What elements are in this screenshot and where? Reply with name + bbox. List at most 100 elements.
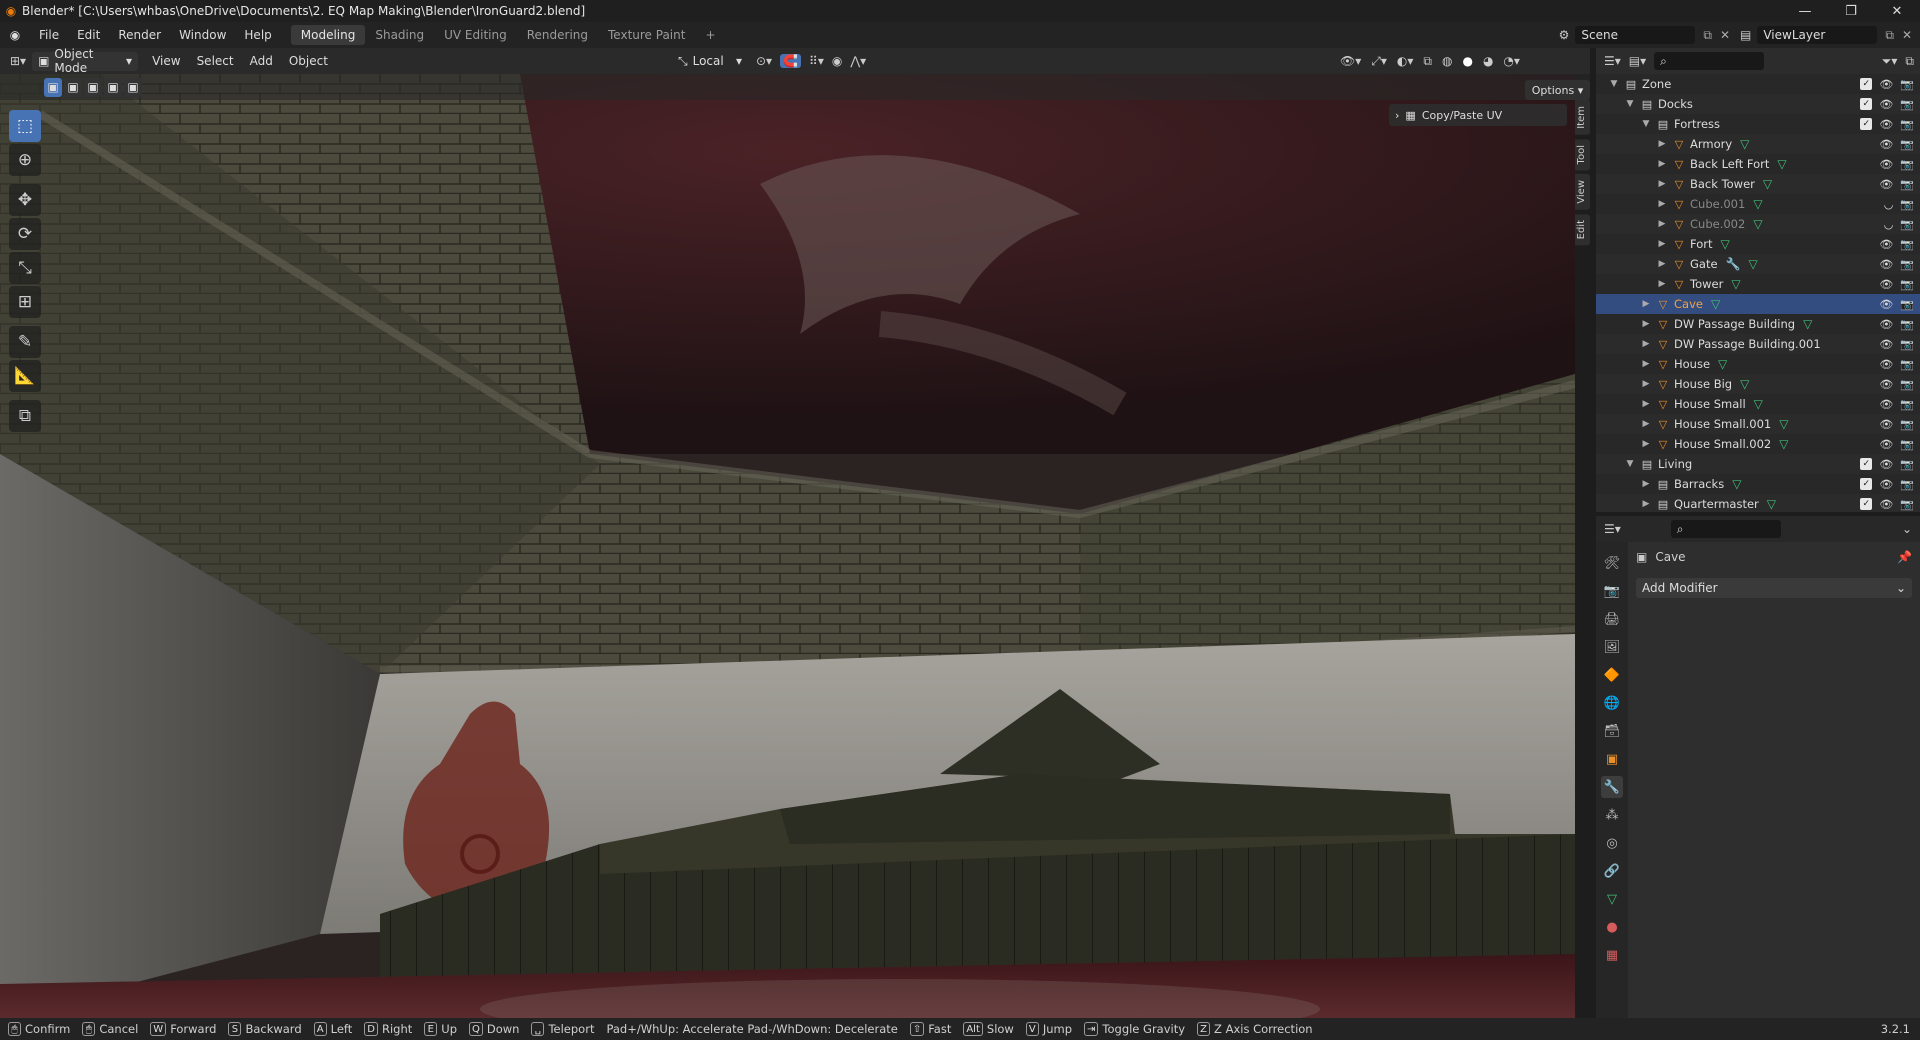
render-icon[interactable]: 📷 [1900, 158, 1914, 171]
delete-view-layer-icon[interactable]: ✕ [1902, 28, 1912, 42]
outliner-row[interactable]: ▶ ▽ DW Passage Building ▽ 👁 📷 [1596, 314, 1920, 334]
outliner-row[interactable]: ▶ ▽ Cube.002 ▽ ◡ 📷 [1596, 214, 1920, 234]
select-subtract-icon[interactable]: ▣ [84, 77, 102, 97]
transform-orientation[interactable]: ⤡ Local ▾ [672, 51, 748, 71]
select-new-icon[interactable]: ▣ [44, 77, 62, 97]
render-icon[interactable]: 📷 [1900, 98, 1914, 111]
expand-down-icon[interactable]: ▼ [1624, 99, 1636, 109]
snap-target-icon[interactable]: ⠿▾ [809, 54, 824, 68]
eye-closed-icon[interactable]: ◡ [1884, 198, 1894, 211]
mode-dropdown[interactable]: ▣ Object Mode ▾ [32, 47, 139, 75]
render-icon[interactable]: 📷 [1900, 398, 1914, 411]
measure-icon[interactable]: 📐 [9, 360, 41, 392]
eye-icon[interactable]: 👁 [1879, 118, 1893, 131]
outliner-row[interactable]: ▶ ▤ Barracks ▽ ✓ 👁 📷 [1596, 474, 1920, 494]
eye-icon[interactable]: 👁 [1879, 238, 1893, 251]
pivot-icon[interactable]: ⊙▾ [756, 54, 772, 68]
texture-props-icon[interactable]: ▦ [1601, 944, 1623, 966]
workspace-tab-modeling[interactable]: Modeling [290, 25, 366, 45]
outliner-row[interactable]: ▶ ▤ Quartermaster ▽ ✓ 👁 📷 [1596, 494, 1920, 512]
eye-closed-icon[interactable]: ◡ [1884, 218, 1894, 231]
outliner-row[interactable]: ▶ ▽ House Small.001 ▽ 👁 📷 [1596, 414, 1920, 434]
expand-right-icon[interactable]: ▶ [1640, 299, 1652, 309]
outliner-row[interactable]: ▶ ▽ DW Passage Building.001 👁 📷 [1596, 334, 1920, 354]
expand-right-icon[interactable]: ▶ [1656, 239, 1668, 249]
outliner-row[interactable]: ▼ ▤ Fortress ✓ 👁 📷 [1596, 114, 1920, 134]
menu-file[interactable]: File [30, 28, 68, 42]
eye-icon[interactable]: 👁 [1879, 498, 1893, 511]
falloff-icon[interactable]: ⋀▾ [850, 54, 866, 68]
properties-search-input[interactable]: ⌕ [1670, 520, 1781, 538]
select-intersect-icon[interactable]: ▣ [124, 77, 142, 97]
eye-icon[interactable]: 👁 [1879, 318, 1893, 331]
sidebar-tab-view[interactable]: View [1575, 174, 1590, 210]
render-icon[interactable]: 📷 [1900, 378, 1914, 391]
eye-icon[interactable]: 👁 [1879, 338, 1893, 351]
scene-field[interactable]: Scene [1575, 26, 1696, 44]
options-dropdown[interactable]: Options ▾ [1525, 80, 1590, 100]
render-icon[interactable]: 📷 [1900, 178, 1914, 191]
eye-icon[interactable]: 👁 [1879, 398, 1893, 411]
expand-right-icon[interactable]: ▶ [1656, 219, 1668, 229]
render-icon[interactable]: 📷 [1900, 478, 1914, 491]
render-icon[interactable]: 📷 [1900, 318, 1914, 331]
outliner-row[interactable]: ▶ ▽ Back Left Fort ▽ 👁 📷 [1596, 154, 1920, 174]
eye-icon[interactable]: 👁 [1879, 458, 1893, 471]
eye-icon[interactable]: 👁 [1879, 258, 1893, 271]
delete-scene-icon[interactable]: ✕ [1720, 28, 1730, 42]
outliner-row[interactable]: ▼ ▤ Docks ✓ 👁 📷 [1596, 94, 1920, 114]
display-mode-icon[interactable]: ▤▾ [1629, 54, 1646, 68]
view-layer-field[interactable]: ViewLayer [1757, 26, 1878, 44]
render-icon[interactable]: 📷 [1900, 218, 1914, 231]
view-layer-icon[interactable]: ▤ [1740, 28, 1751, 42]
expand-right-icon[interactable]: ▶ [1656, 139, 1668, 149]
outliner-search-input[interactable]: ⌕ [1654, 52, 1765, 70]
workspace-tab-rendering[interactable]: Rendering [517, 25, 598, 45]
close-icon[interactable]: ✕ [1874, 0, 1920, 22]
world-props-icon[interactable]: 🌐 [1601, 692, 1623, 714]
data-props-icon[interactable]: ▽ [1601, 888, 1623, 910]
eye-icon[interactable]: 👁 [1879, 178, 1893, 191]
annotate-icon[interactable]: ✎ [9, 326, 41, 358]
eye-icon[interactable]: 👁 [1879, 98, 1893, 111]
render-icon[interactable]: 📷 [1900, 498, 1914, 511]
new-view-layer-icon[interactable]: ⧉ [1885, 28, 1894, 43]
outliner-row[interactable]: ▶ ▽ House Small ▽ 👁 📷 [1596, 394, 1920, 414]
render-icon[interactable]: 📷 [1900, 278, 1914, 291]
workspace-tab-texture-paint[interactable]: Texture Paint [598, 25, 695, 45]
physics-props-icon[interactable]: ◎ [1601, 832, 1623, 854]
expand-right-icon[interactable]: ▶ [1640, 419, 1652, 429]
pin-icon[interactable]: 📌 [1897, 550, 1912, 564]
outliner-row[interactable]: ▶ ▽ House Small.002 ▽ 👁 📷 [1596, 434, 1920, 454]
render-icon[interactable]: 📷 [1900, 338, 1914, 351]
render-icon[interactable]: 📷 [1900, 78, 1914, 91]
eye-icon[interactable]: 👁 [1879, 358, 1893, 371]
chevron-down-icon[interactable]: ⌄ [1902, 522, 1912, 536]
collection-checkbox[interactable]: ✓ [1860, 457, 1873, 470]
select-extend-icon[interactable]: ▣ [64, 77, 82, 97]
render-icon[interactable]: 📷 [1900, 238, 1914, 251]
expand-right-icon[interactable]: ▶ [1640, 499, 1652, 509]
render-props-icon[interactable]: 📷 [1601, 580, 1623, 602]
scale-icon[interactable]: ⤡ [9, 252, 41, 284]
viewport-menu-add[interactable]: Add [242, 54, 281, 68]
outliner-row[interactable]: ▶ ▽ Gate 🔧 ▽ 👁 📷 [1596, 254, 1920, 274]
expand-right-icon[interactable]: ▶ [1656, 199, 1668, 209]
select-box-icon[interactable]: ⬚ [9, 110, 41, 142]
constraints-props-icon[interactable]: 🔗 [1601, 860, 1623, 882]
object-props-icon[interactable]: ▣ [1601, 748, 1623, 770]
collection-checkbox[interactable]: ✓ [1860, 497, 1873, 510]
expand-right-icon[interactable]: ▶ [1640, 439, 1652, 449]
wireframe-shading-icon[interactable]: ◍ [1442, 54, 1452, 68]
cursor-icon[interactable]: ⊕ [9, 144, 41, 176]
collection-props-icon[interactable]: 🗃 [1601, 720, 1623, 742]
scene-icon[interactable]: ⚙ [1559, 28, 1570, 42]
expand-right-icon[interactable]: ▶ [1656, 179, 1668, 189]
expand-right-icon[interactable]: ▶ [1640, 359, 1652, 369]
sidebar-tab-edit[interactable]: Edit [1575, 213, 1590, 246]
material-props-icon[interactable]: ● [1601, 916, 1623, 938]
select-invert-icon[interactable]: ▣ [104, 77, 122, 97]
rotate-icon[interactable]: ⟳ [9, 218, 41, 250]
filter-icon[interactable]: ⏷▾ [1882, 54, 1898, 69]
gizmo-icon[interactable]: ⤢▾ [1371, 54, 1387, 69]
